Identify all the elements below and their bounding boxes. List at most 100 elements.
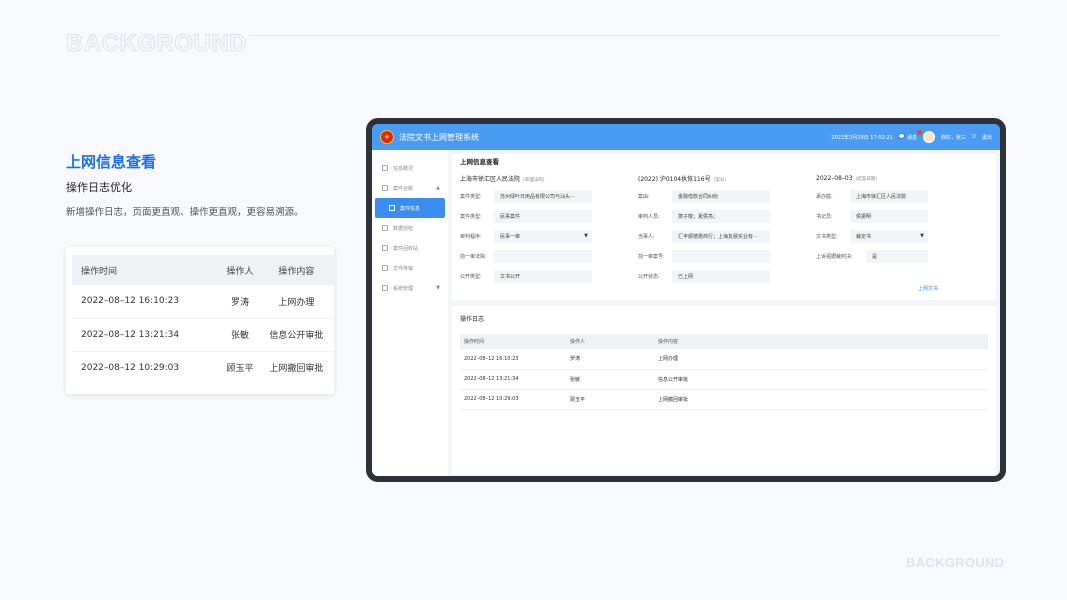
app-title: 法院文书上网管理系统 xyxy=(399,132,479,142)
field-label: 承办庭: xyxy=(816,193,833,200)
field-value[interactable] xyxy=(494,249,592,263)
field-value[interactable]: 汇丰顺德惠商行；上海友晨实业有··· xyxy=(672,229,770,243)
sidebar-item-label: 案件台账 xyxy=(393,185,414,192)
dropdown-arrow-icon: ▼ xyxy=(584,233,588,239)
sidebar-item-system[interactable]: 系统管理 ▼ xyxy=(372,278,448,298)
field-label: 书记员: xyxy=(816,213,833,220)
log-panel: 操作日志 操作时间 操作人 操作内容 2022–08–12 16:10:23 罗… xyxy=(452,306,996,474)
log-table: 操作时间 操作人 操作内容 2022–08–12 16:10:23 罗涛 上网办… xyxy=(460,334,988,410)
cell-user: 顾玉平 xyxy=(566,389,654,410)
sidebar-item-label: 信息概况 xyxy=(393,165,414,172)
user-greeting: 你好，张三 xyxy=(941,134,967,141)
case-number-summary: (2022) 沪0104执恢116号 (案号) xyxy=(638,174,816,183)
form-row: 案件类型: 民事案件 审判人员: 萧子敬；夏侯亮； 书记员: 侯振明 xyxy=(460,206,988,226)
cell-user: 罗涛 xyxy=(221,285,259,319)
cell-user: 张敏 xyxy=(221,318,259,352)
field-value[interactable]: 已上网 xyxy=(672,269,770,283)
field-label: 案件类型: xyxy=(460,213,482,220)
form-row: 前一审法院: 前一审案号: 上诉视据裁判决: 是 xyxy=(460,246,988,266)
sidebar: 信息概况 案件台账 ▲ 案件信息 数据自检 案件回收站 文件传输 系统管理 ▼ xyxy=(372,150,448,476)
sidebar-item-label: 案件信息 xyxy=(400,205,421,212)
sidebar-item-file-transfer[interactable]: 文件传输 xyxy=(372,258,448,278)
divider-line xyxy=(249,35,1000,36)
table-row: 2022–08–12 10:29:03 顾玉平 上网撤回审批 xyxy=(72,351,334,384)
topbar-right: 2022年3月19日 17:02:21 💬 消息 你好，张三 ⎋ 退出 xyxy=(831,124,992,150)
table-row: 2022–08–12 16:10:23 罗涛 上网办理 xyxy=(460,349,988,370)
field-value[interactable]: 苏州绿叶日用品有限公司与汕头··· xyxy=(494,189,592,203)
sidebar-item-label: 文件传输 xyxy=(393,265,414,272)
field-label: 审判程序: xyxy=(460,233,482,240)
sidebar-item-label: 案件回收站 xyxy=(393,245,419,252)
field-value[interactable]: 上海市徐汇区人民法院 xyxy=(850,189,928,203)
form-row: 案件类型: 苏州绿叶日用品有限公司与汕头··· 案由: 金融借款合同纠纷 承办庭: 上… xyxy=(460,186,988,206)
field-value[interactable]: 侯振明 xyxy=(850,209,928,223)
field-value[interactable]: 民事案件 xyxy=(494,209,592,223)
feature-title: 上网信息查看 xyxy=(66,153,157,171)
overview-icon xyxy=(382,165,388,171)
trial-procedure-select[interactable]: 民事一审 ▼ xyxy=(494,229,592,243)
device-frame: ★ 法院文书上网管理系统 2022年3月19日 17:02:21 💬 消息 你好… xyxy=(366,118,1006,482)
cell-time: 2022–08–12 16:10:23 xyxy=(460,349,566,370)
avatar[interactable] xyxy=(923,131,935,143)
log-title: 操作日志 xyxy=(460,316,485,323)
header-action: 操作内容 xyxy=(654,334,988,349)
chevron-down-icon: ▼ xyxy=(436,285,440,291)
cell-time: 2022–08–12 16:10:23 xyxy=(72,285,222,319)
cell-user: 张敏 xyxy=(566,369,654,390)
cell-user: 罗涛 xyxy=(566,349,654,370)
online-document-link[interactable]: 上网文书 xyxy=(918,285,938,292)
background-watermark: BACKGROUND xyxy=(66,30,248,58)
field-label: 文书类型: xyxy=(816,233,838,240)
table-row: 2022–08–12 10:29:03 顾玉平 上网撤回审批 xyxy=(460,389,988,410)
sidebar-item-overview[interactable]: 信息概况 xyxy=(372,158,448,178)
form-row: 审判程序: 民事一审 ▼ 当事人: 汇丰顺德惠商行；上海友晨实业有··· 文书类型: 裁… xyxy=(460,226,988,246)
sidebar-item-self-check[interactable]: 数据自检 xyxy=(372,218,448,238)
cell-time: 2022–08–12 10:29:03 xyxy=(81,362,180,373)
ledger-icon xyxy=(382,185,388,191)
cell-action: 上网办理 xyxy=(654,349,988,370)
sidebar-item-recycle-bin[interactable]: 案件回收站 xyxy=(372,238,448,258)
chevron-up-icon: ▲ xyxy=(436,185,440,191)
cell-action: 上网办理 xyxy=(258,285,334,319)
sidebar-item-case-info[interactable]: 案件信息 xyxy=(375,198,445,218)
court-note: (审理法院) xyxy=(523,177,545,183)
field-label: 案由: xyxy=(638,193,650,200)
cell-time: 2022–08–12 10:29:03 xyxy=(460,389,566,410)
header-user: 操作人 xyxy=(221,255,259,285)
document-icon xyxy=(389,205,395,211)
field-value[interactable]: 是 xyxy=(866,249,928,263)
transfer-icon xyxy=(382,265,388,271)
app-screen: ★ 法院文书上网管理系统 2022年3月19日 17:02:21 💬 消息 你好… xyxy=(372,124,1000,476)
notification-label: 消息 xyxy=(906,134,917,141)
settings-icon xyxy=(382,285,388,291)
logout-icon[interactable]: ⎋ xyxy=(972,134,976,140)
cell-action: 信息公开审批 xyxy=(654,369,988,390)
field-label: 前一审法院: xyxy=(460,253,487,260)
cell-action: 信息公开审批 xyxy=(258,318,334,352)
field-label: 前一审案号: xyxy=(638,253,665,260)
logout-button[interactable]: 退出 xyxy=(982,134,992,141)
sidebar-item-label: 数据自检 xyxy=(393,225,414,232)
header-action: 操作内容 xyxy=(258,255,334,285)
field-value[interactable]: 金融借款合同纠纷 xyxy=(672,189,770,203)
header-time: 操作时间 xyxy=(460,334,566,349)
message-icon: 💬 xyxy=(898,134,905,140)
operation-log-card: 操作时间 操作人 操作内容 2022–08–12 16:10:23 罗涛 上网办… xyxy=(66,247,334,394)
background-watermark-bottom: BACKGROUND xyxy=(906,555,1005,570)
closing-date-summary: 2022–08–03 (结案日期) xyxy=(816,175,877,182)
field-value[interactable] xyxy=(672,249,770,263)
field-label: 公开类型: xyxy=(460,273,482,280)
select-value: 裁定书 xyxy=(856,233,872,240)
feature-subtitle: 操作日志优化 xyxy=(66,181,132,194)
document-type-select[interactable]: 裁定书 ▼ xyxy=(850,229,928,243)
case-number-note: (案号) xyxy=(713,177,727,183)
field-value[interactable]: 萧子敬；夏侯亮； xyxy=(672,209,770,223)
court-summary: 上海市徐汇区人民法院 (审理法院) xyxy=(460,174,638,183)
sidebar-item-case-ledger[interactable]: 案件台账 ▲ xyxy=(372,178,448,198)
field-label: 审判人员: xyxy=(638,213,660,220)
field-value[interactable]: 文书公开 xyxy=(494,269,592,283)
sidebar-item-label: 系统管理 xyxy=(393,285,414,292)
cell-user: 顾玉平 xyxy=(226,364,254,375)
notification-button[interactable]: 💬 消息 xyxy=(898,129,922,141)
table-header-row: 操作时间 操作人 操作内容 xyxy=(72,255,334,285)
